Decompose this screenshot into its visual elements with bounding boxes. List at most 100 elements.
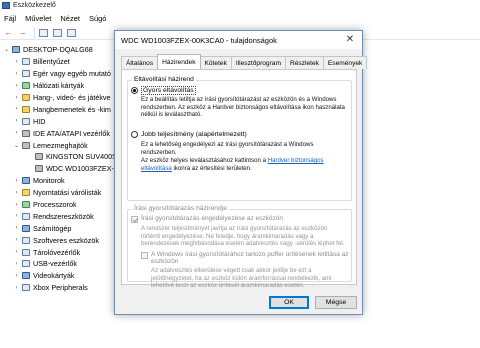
scan-hardware-icon[interactable] (66, 27, 77, 38)
tree-node-label: Lemezmeghajtók (33, 140, 88, 150)
computer-icon (12, 46, 20, 54)
device-manager-title: Eszközkezelő (13, 2, 56, 9)
chevron-down-icon[interactable]: ⌄ (3, 46, 10, 53)
tree-node-label: DESKTOP-DQALG68 (23, 45, 93, 55)
tab-policies[interactable]: Házirendek (157, 54, 201, 69)
disk-drive-icon (22, 141, 30, 149)
tab-general[interactable]: Általános (121, 56, 159, 69)
quick-removal-description: Ez a beállítás letiltja az írási gyorsít… (141, 96, 345, 119)
tree-node-label: Hangbemenetek és -kim (33, 104, 111, 114)
audio-io-icon (22, 105, 30, 113)
quick-removal-label[interactable]: Gyors eltávolítás (141, 86, 196, 95)
tree-node-label: HID (33, 116, 46, 126)
tab-driver[interactable]: Illesztőprogram (230, 56, 286, 69)
keyboard-icon (22, 58, 30, 66)
write-cache-policy-legend: Írási gyorsítótárazás házirendje (132, 205, 229, 212)
network-adapter-icon (22, 82, 30, 90)
cancel-button[interactable]: Mégse (315, 296, 357, 309)
chevron-right-icon[interactable]: › (13, 202, 20, 208)
chevron-right-icon[interactable]: › (13, 249, 20, 255)
chevron-right-icon[interactable]: › (13, 106, 20, 112)
monitor-icon (22, 177, 30, 185)
chevron-right-icon[interactable]: › (13, 118, 20, 124)
tree-node-label: Xbox Peripherals (33, 283, 88, 293)
disk-icon (35, 153, 43, 161)
menu-view[interactable]: Nézet (60, 14, 80, 23)
help-icon[interactable] (52, 27, 63, 38)
display-adapter-icon (22, 272, 30, 280)
enable-write-cache-option[interactable]: Írási gyorsítótárazás engedélyezése az e… (131, 215, 283, 223)
turn-off-flush-option[interactable]: A Windows írási gyorsítótárához tartozó … (141, 251, 349, 265)
policies-panel: Eltávolítási házirend Gyors eltávolítás … (121, 69, 357, 289)
print-queue-icon (22, 189, 30, 197)
sound-icon (22, 94, 30, 101)
properties-icon[interactable] (38, 27, 49, 38)
chevron-right-icon[interactable]: › (13, 213, 20, 219)
device-manager-app-icon (2, 2, 10, 9)
close-icon[interactable]: ✕ (344, 34, 356, 46)
chevron-right-icon[interactable]: › (13, 130, 20, 136)
better-performance-option[interactable]: Jobb teljesítmény (alapértelmezett) (131, 131, 247, 138)
chevron-right-icon[interactable]: › (13, 285, 20, 291)
tree-node-label: Hálózati kártyák (33, 81, 85, 91)
disk-icon (35, 165, 43, 173)
chevron-right-icon[interactable]: › (13, 178, 20, 184)
storage-controller-icon (22, 248, 30, 256)
back-icon[interactable]: ← (3, 27, 14, 38)
chevron-right-icon[interactable]: › (13, 237, 20, 243)
chevron-right-icon[interactable]: › (13, 59, 20, 65)
quick-removal-radio[interactable] (131, 87, 138, 94)
tree-node-label: USB-vezérlők (33, 259, 77, 269)
chevron-right-icon[interactable]: › (13, 273, 20, 279)
tree-node-label: Monitorok (33, 176, 65, 186)
tree-node-label: KINGSTON SUV400S (46, 152, 117, 162)
menu-file[interactable]: Fájl (4, 14, 16, 23)
tab-events[interactable]: Események (322, 56, 368, 69)
tree-node-label: Nyomtatási várólisták (33, 188, 102, 198)
safe-removal-hint: Az eszköz helyes leválasztásához kattint… (141, 157, 347, 172)
tree-node-label: WDC WD1003FZEX-0 (46, 164, 118, 174)
mouse-icon (22, 70, 30, 78)
enable-write-cache-checkbox[interactable] (131, 215, 138, 223)
enable-write-cache-label[interactable]: Írási gyorsítótárazás engedélyezése az e… (141, 215, 283, 222)
menu-action[interactable]: Művelet (25, 14, 51, 23)
device-manager-titlebar: Eszközkezelő (0, 0, 480, 11)
toolbar-separator (34, 27, 35, 38)
chevron-right-icon[interactable]: › (13, 71, 20, 77)
tree-node-label: Szoftveres eszközök (33, 235, 99, 245)
tree-node-label: Egér vagy egyéb mutató (33, 69, 111, 79)
chevron-right-icon[interactable]: › (13, 225, 20, 231)
turn-off-flush-label[interactable]: A Windows írási gyorsítótárához tartozó … (151, 251, 349, 265)
chevron-down-icon[interactable]: ⌄ (13, 142, 20, 149)
chevron-right-icon[interactable]: › (13, 261, 20, 267)
chevron-right-icon[interactable]: › (13, 95, 20, 101)
better-performance-label[interactable]: Jobb teljesítmény (alapértelmezett) (141, 131, 247, 138)
tree-node-label: IDE ATA/ATAPI vezérlők (33, 128, 110, 138)
turn-off-flush-checkbox[interactable] (141, 251, 148, 259)
chevron-right-icon[interactable]: › (13, 190, 20, 196)
properties-dialog: WDC WD1003FZEX-00K3CA0 - tulajdonságok ✕… (114, 30, 368, 315)
tree-node-label: Számítógép (33, 223, 72, 233)
better-performance-radio[interactable] (131, 131, 138, 138)
safe-removal-hint-start: Az eszköz helyes leválasztásához kattint… (141, 157, 268, 164)
computer-icon (22, 224, 30, 232)
chevron-right-icon[interactable]: › (13, 83, 20, 89)
tree-node-label: Videokártyák (33, 271, 75, 281)
tab-details[interactable]: Részletek (284, 56, 324, 69)
system-devices-icon (22, 212, 30, 220)
removal-policy-legend: Eltávolítási házirend (132, 76, 196, 83)
tab-volumes[interactable]: Kötetek (199, 56, 232, 69)
dialog-title: WDC WD1003FZEX-00K3CA0 - tulajdonságok (121, 35, 277, 45)
enable-write-cache-description: A rendszer teljesítményét javítja az írá… (141, 225, 345, 248)
menu-bar: Fájl Művelet Nézet Súgó (0, 12, 480, 25)
tab-strip: Általános Házirendek Kötetek Illesztőpro… (121, 54, 368, 69)
quick-removal-option[interactable]: Gyors eltávolítás (131, 86, 196, 95)
tree-node-label: Hang-, videó- és játékve (33, 93, 111, 102)
ok-button[interactable]: OK (269, 296, 309, 309)
menu-help[interactable]: Súgó (89, 14, 107, 23)
removal-policy-group: Eltávolítási házirend Gyors eltávolítás … (127, 76, 352, 201)
tree-node-label: Processzorok (33, 200, 77, 210)
forward-icon[interactable]: → (17, 27, 28, 38)
tree-node-label: Billentyűzet (33, 57, 70, 67)
hid-icon (22, 117, 30, 125)
